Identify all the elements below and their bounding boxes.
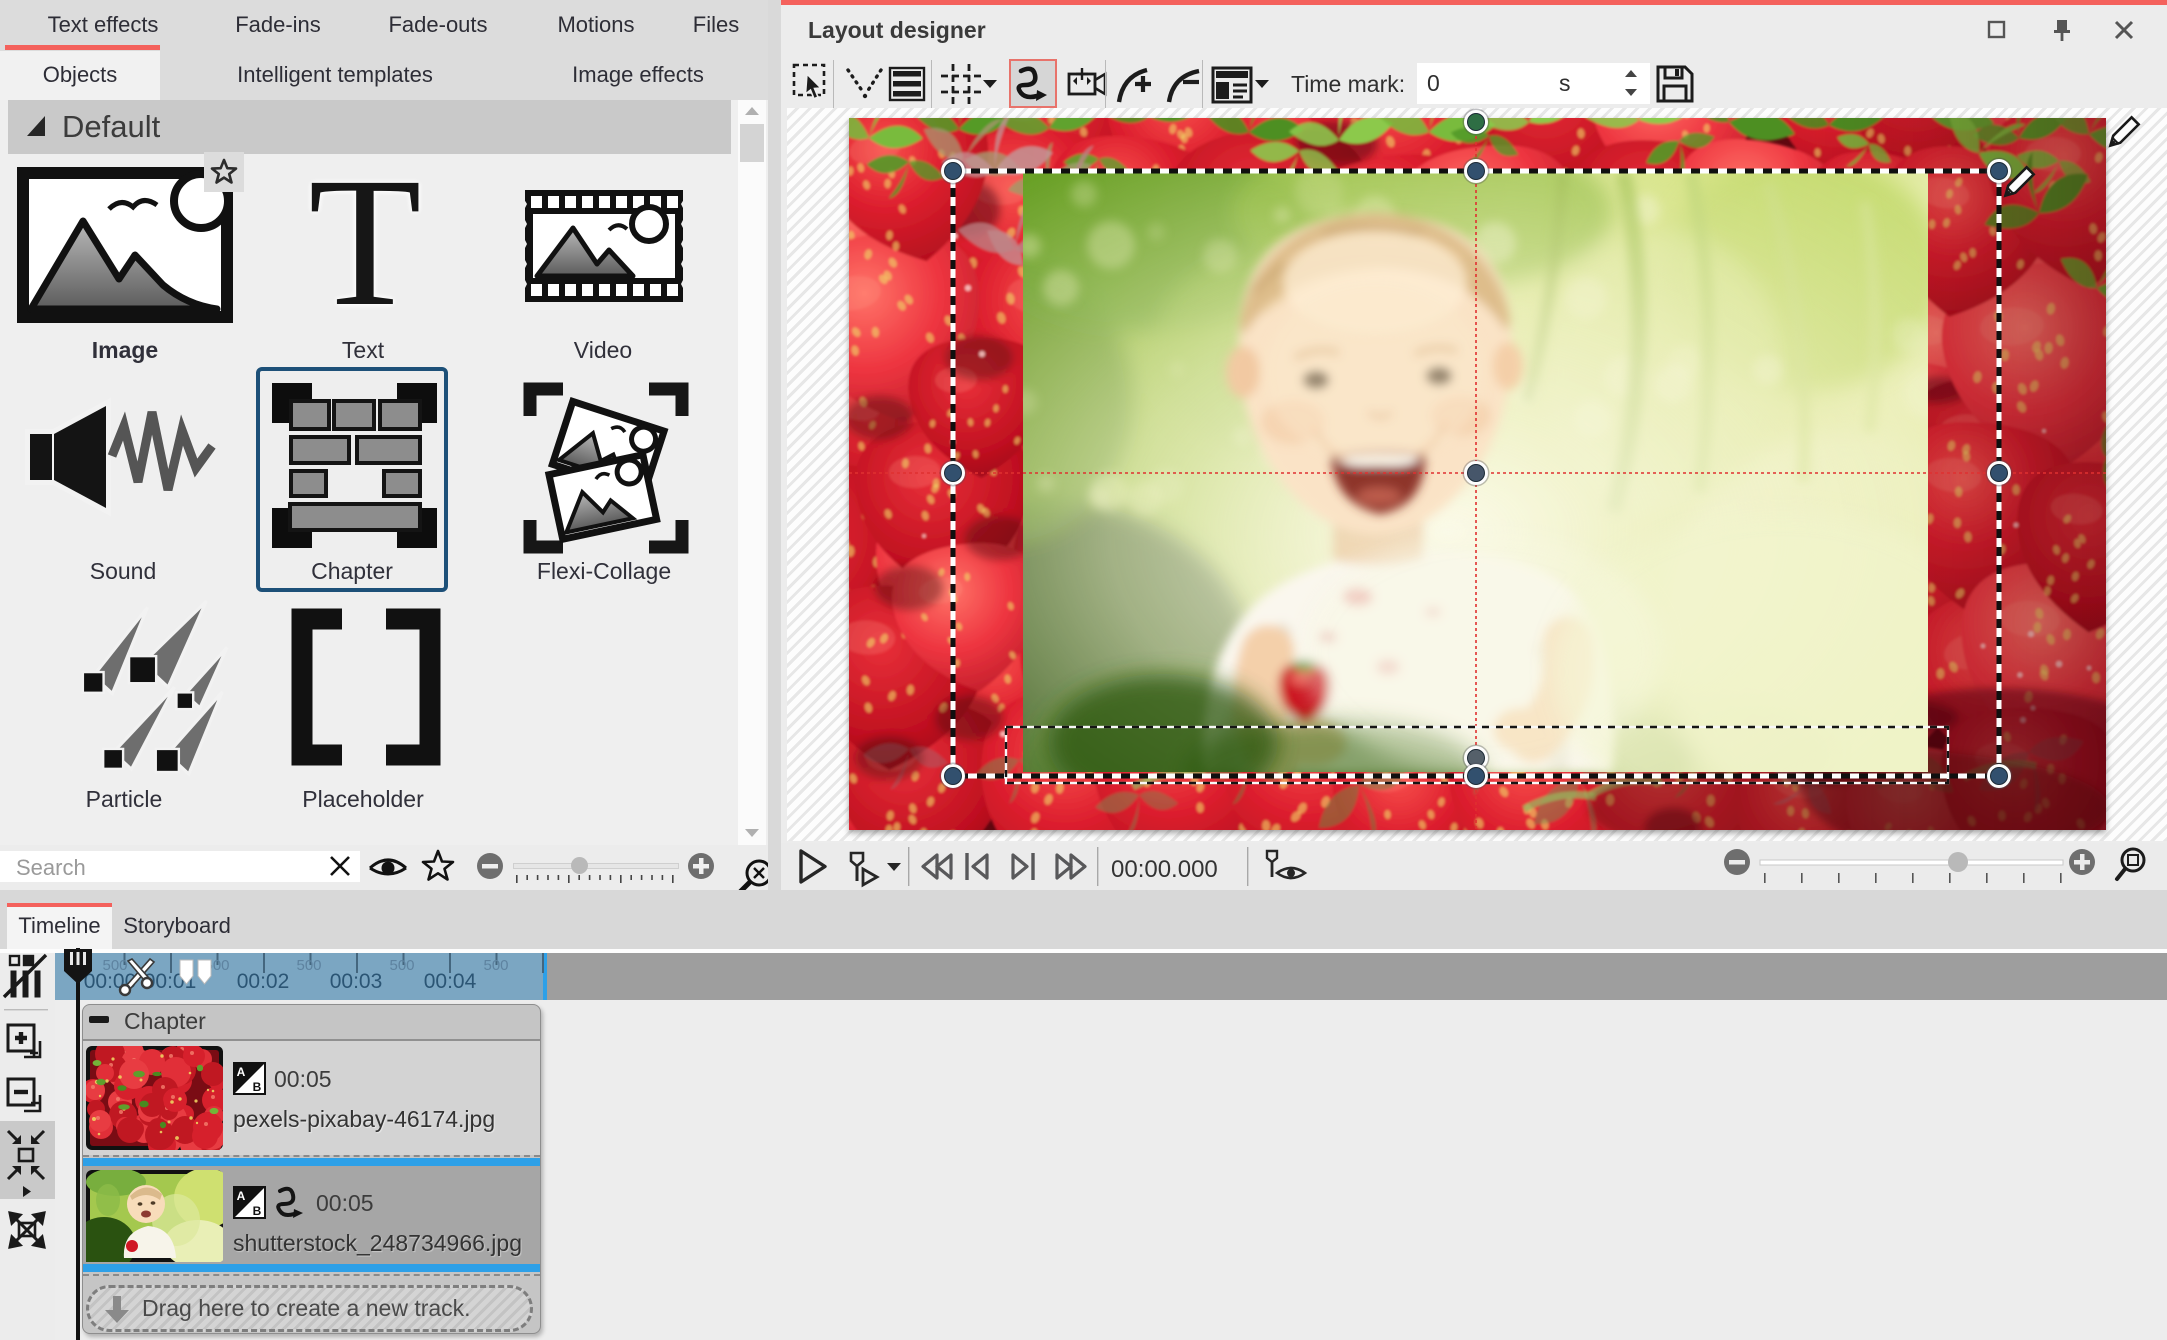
- svg-text:A: A: [237, 1189, 246, 1203]
- svg-text:A: A: [237, 1065, 246, 1079]
- svg-text:B: B: [253, 1204, 262, 1218]
- svg-text:B: B: [253, 1080, 262, 1094]
